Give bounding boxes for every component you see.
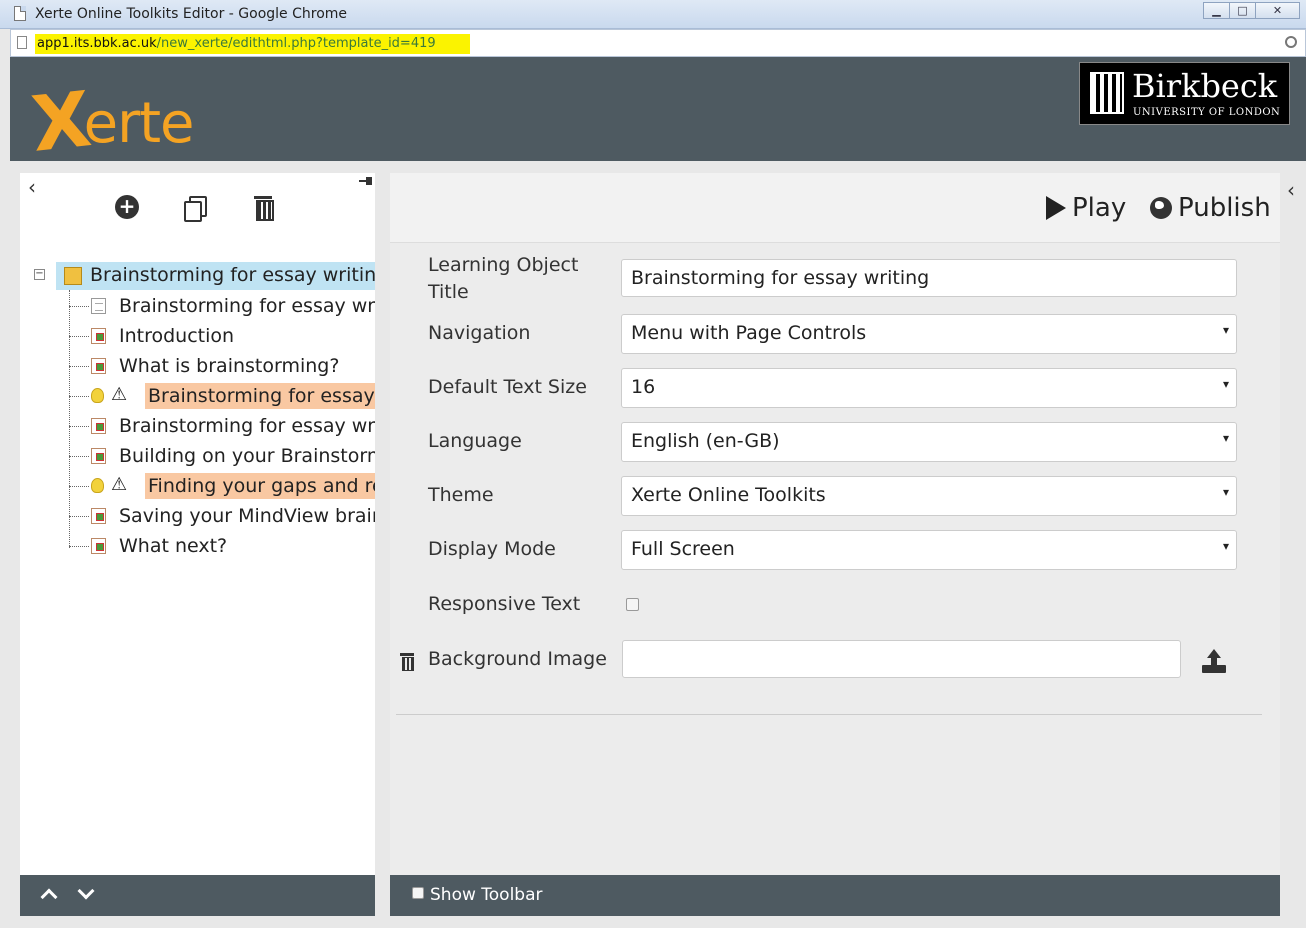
text-size-select[interactable]: 16 [621,368,1237,408]
tree-node-label: Saving your MindView brainstorm [119,505,375,527]
close-button[interactable]: ✕ [1255,2,1300,19]
text-size-label: Default Text Size [428,376,587,398]
page-icon [91,448,106,464]
show-toolbar-label: Show Toolbar [430,885,543,905]
tree-root-label: Brainstorming for essay writing [90,264,375,286]
delete-icon[interactable] [251,195,275,221]
url-host: app1.its.bbk.ac.uk [37,36,157,51]
tree-node-label: Brainstorming for essay writing [119,295,375,317]
duplicate-icon[interactable] [183,195,207,222]
structure-panel: ‹ + − Brainstorming for essay writing Br… [20,173,375,916]
minimize-button[interactable]: ▁ [1203,2,1230,19]
page-tree: − Brainstorming for essay writing Brains… [20,258,375,588]
tree-node[interactable]: What is brainstorming? [69,351,375,381]
page-icon [91,538,106,554]
text-page-icon [91,298,106,314]
package-icon [64,267,82,285]
play-label: Play [1072,193,1127,223]
divider [396,714,1262,715]
theme-select[interactable]: Xerte Online Toolkits [621,476,1237,516]
globe-icon [1150,197,1172,219]
main-footer: Show Toolbar [390,875,1280,916]
display-mode-label: Display Mode [428,538,556,560]
xerte-logo: Xerte [27,74,195,169]
title-input[interactable]: Brainstorming for essay writing [621,259,1237,297]
document-icon [14,6,26,21]
window-controls: ▁ □ ✕ [1203,2,1300,19]
display-mode-select[interactable]: Full Screen [621,530,1237,570]
tree-node-label: What next? [119,535,228,557]
responsive-checkbox[interactable] [626,598,639,611]
pin-icon[interactable] [359,177,373,185]
tree-node[interactable]: Introduction [69,321,375,351]
language-label: Language [428,430,522,452]
page-icon [91,508,106,524]
tree-node-label: Finding your gaps and research [145,473,375,499]
app-header: Xerte Birkbeck UNIVERSITY OF LONDON [10,57,1306,169]
play-icon [1046,196,1066,220]
window-title: Xerte Online Toolkits Editor - Google Ch… [35,6,348,22]
page-icon [17,36,27,49]
page-icon [91,358,106,374]
tree-node[interactable]: Brainstorming for essay writing [69,291,375,321]
tree-node[interactable]: Brainstorming for essay writing [69,411,375,441]
birkbeck-logo: Birkbeck UNIVERSITY OF LONDON [1079,62,1290,125]
crest-icon [1090,72,1124,114]
show-toolbar-checkbox[interactable] [412,887,424,899]
move-up-icon[interactable] [40,888,58,906]
warning-icon: ⚠ [111,474,128,495]
properties-panel: Play Publish Learning Object Title Brain… [390,173,1280,916]
tree-node[interactable]: What next? [69,531,375,561]
upload-arrow [1211,657,1217,667]
bulb-icon [91,478,104,493]
tree-toolbar: + [115,195,319,222]
tree-node-label: What is brainstorming? [119,355,340,377]
background-input[interactable] [622,640,1181,678]
brand-name: Birkbeck [1132,67,1278,105]
publish-label: Publish [1178,193,1271,223]
publish-button[interactable]: Publish [1150,193,1271,223]
tree-node-label: Brainstorming for essay writing [119,415,375,437]
page-icon [91,328,106,344]
warning-icon: ⚠ [111,384,128,405]
collapse-left-icon[interactable]: ‹ [28,175,36,199]
brand-subtitle: UNIVERSITY OF LONDON [1133,107,1281,118]
window-title-bar: Xerte Online Toolkits Editor - Google Ch… [0,0,1306,29]
add-page-icon[interactable]: + [115,195,139,219]
background-label: Background Image [428,648,607,670]
delete-background-icon[interactable] [400,653,414,671]
page-icon [91,418,106,434]
tree-node-label: Brainstorming for essay writing [145,383,375,409]
main-toolbar: Play Publish [390,173,1280,243]
language-select[interactable]: English (en-GB) [621,422,1237,462]
tree-footer [20,875,375,916]
navigation-select[interactable]: Menu with Page Controls [621,314,1237,354]
zoom-icon[interactable] [1285,36,1297,48]
navigation-label: Navigation [428,322,531,344]
tree-node-warning[interactable]: ⚠ Finding your gaps and research [69,471,375,501]
tree-expander-icon[interactable]: − [34,269,45,280]
collapse-right-icon[interactable]: ‹ [1287,178,1295,202]
tree-node[interactable]: Saving your MindView brainstorm [69,501,375,531]
maximize-button[interactable]: □ [1229,2,1256,19]
tree-node-label: Building on your Brainstorm [119,445,375,467]
address-bar[interactable]: app1.its.bbk.ac.uk/new_xerte/edithtml.ph… [10,29,1306,57]
bulb-icon [91,388,104,403]
move-down-icon[interactable] [77,882,95,900]
right-strip [1280,161,1306,928]
tree-root[interactable]: Brainstorming for essay writing [56,262,375,290]
play-button[interactable]: Play [1046,193,1126,223]
url-path: /new_xerte/edithtml.php?template_id=419 [156,36,436,51]
tree-node[interactable]: Building on your Brainstorm [69,441,375,471]
tree-node-warning[interactable]: ⚠ Brainstorming for essay writing [69,381,375,411]
tree-node-label: Introduction [119,325,235,347]
theme-label: Theme [428,484,494,506]
responsive-label: Responsive Text [428,593,581,615]
title-label: Learning Object Title [428,254,579,303]
url[interactable]: app1.its.bbk.ac.uk/new_xerte/edithtml.ph… [35,34,470,54]
